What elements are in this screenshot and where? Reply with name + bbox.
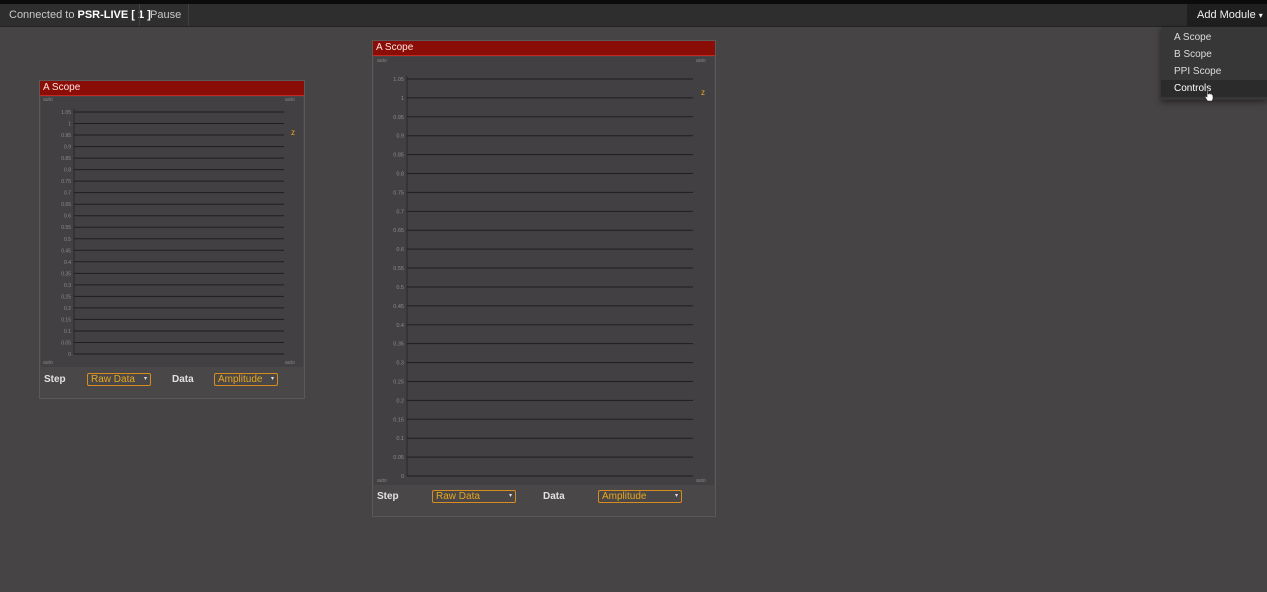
corner-label-top-right: auto [285,97,295,103]
y-tick-label: 0.7 [396,209,404,215]
y-tick-label: 0.4 [64,260,71,266]
step-select-value: Raw Data [436,491,480,502]
y-tick-label: 0.35 [393,342,404,348]
y-tick-label: 0.2 [64,306,71,312]
step-select[interactable]: Raw Data ▾ [432,490,516,503]
corner-label-top-left: auto [43,97,53,103]
y-tick-label: 0.5 [64,237,71,243]
data-select-value: Amplitude [602,491,647,502]
y-tick-label: 0.35 [61,271,71,277]
y-tick-label: 0.75 [393,190,404,196]
y-tick-label: 0.65 [393,228,404,234]
y-tick-label: 0.3 [396,361,404,367]
y-tick-label: 0.9 [64,145,71,151]
dropdown-arrow-icon: ▾ [143,376,147,382]
add-module-menu: A Scope B Scope PPI Scope Controls [1161,27,1267,100]
z-axis-label: z [701,88,705,97]
y-tick-label: 0 [68,352,71,358]
hand-cursor-icon [1204,88,1214,102]
corner-label-bottom-right: auto [696,478,706,484]
menu-item-controls[interactable]: Controls [1161,80,1267,97]
a-scope-panel[interactable]: A Scope 1.05 1 0.95 0.9 0.85 0.8 0.75 0.7 0.65 0.… [39,80,305,399]
corner-label-bottom-right: auto [285,360,295,366]
y-tick-label: 0.15 [61,317,71,323]
y-tick-label: 0.4 [396,323,404,329]
data-label: Data [543,491,565,502]
data-select-value: Amplitude [218,374,263,385]
step-label: Step [44,374,66,385]
corner-label-bottom-left: auto [43,360,53,366]
a-scope-chart: 1.05 1 0.95 0.9 0.85 0.8 0.75 0.7 0.65 0.6 0.55 0.5… [41,97,303,367]
y-tick-label: 0.6 [64,214,71,220]
top-bar: Connected to PSR-LIVE [ 1 ] Pause Add Mo… [0,4,1267,27]
connection-status: Connected to PSR-LIVE [ 1 ] [9,9,151,21]
y-tick-label: 0 [401,474,404,480]
y-tick-label: 0.15 [393,417,404,423]
y-tick-label: 1.05 [61,110,71,116]
corner-label-top-right: auto [696,58,706,64]
a-scope-plot: 1.05 1 0.95 0.9 0.85 0.8 0.75 0.7 0.65 0.6 0.55 0.5… [393,76,693,480]
y-tick-label: 1 [401,96,404,102]
panel-title[interactable]: A Scope [40,81,304,96]
y-tick-label: 0.1 [396,436,404,442]
y-tick-label: 0.85 [393,153,404,159]
dropdown-arrow-icon: ▾ [674,493,678,499]
y-tick-label: 0.75 [61,179,71,185]
a-scope-chart: 1.05 1 0.95 0.9 0.85 0.8 0.75 0.7 0.65 0.6 0.55 0.5… [374,57,714,485]
connection-prefix: Connected to [9,9,75,21]
y-tick-label: 0.85 [61,156,71,162]
y-tick-label: 0.5 [396,285,404,291]
add-module-button[interactable]: Add Module ▾ [1187,4,1267,26]
topbar-divider [139,4,140,26]
panel-title[interactable]: A Scope [373,41,715,56]
y-tick-label: 0.8 [396,172,404,178]
y-tick-label: 0.9 [396,134,404,140]
a-scope-plot: 1.05 1 0.95 0.9 0.85 0.8 0.75 0.7 0.65 0.6 0.55 0.5… [61,109,284,358]
y-tick-label: 0.2 [396,398,404,404]
data-select[interactable]: Amplitude ▾ [214,373,278,386]
step-select-value: Raw Data [91,374,135,385]
y-tick-label: 0.8 [64,168,71,174]
dropdown-arrow-icon: ▾ [270,376,274,382]
y-tick-label: 1 [68,122,71,128]
menu-item-b-scope[interactable]: B Scope [1161,46,1267,63]
y-tick-label: 0.95 [61,133,71,139]
y-tick-label: 0.3 [64,283,71,289]
y-tick-label: 0.55 [393,266,404,272]
y-tick-label: 0.55 [61,225,71,231]
caret-down-icon: ▾ [1258,11,1263,20]
z-axis-label: z [291,128,295,137]
dropdown-arrow-icon: ▾ [508,493,512,499]
y-tick-label: 0.95 [393,115,404,121]
y-tick-label: 0.65 [61,202,71,208]
y-tick-label: 0.45 [393,304,404,310]
step-label: Step [377,491,399,502]
data-label: Data [172,374,194,385]
pause-button[interactable]: Pause [150,9,181,21]
y-tick-label: 1.05 [393,77,404,83]
a-scope-panel[interactable]: A Scope 1.05 1 0.95 0.9 0.85 0.8 0.75 0.7 0.65 0.… [372,40,716,517]
y-tick-label: 0.05 [393,455,404,461]
y-tick-label: 0.25 [61,294,71,300]
y-tick-label: 0.6 [396,247,404,253]
corner-label-top-left: auto [377,58,387,64]
data-select[interactable]: Amplitude ▾ [598,490,682,503]
corner-label-bottom-left: auto [377,478,387,484]
add-module-label: Add Module [1197,9,1256,21]
y-tick-label: 0.45 [61,248,71,254]
menu-item-a-scope[interactable]: A Scope [1161,29,1267,46]
y-tick-label: 0.1 [64,329,71,335]
y-tick-label: 0.05 [61,340,71,346]
step-select[interactable]: Raw Data ▾ [87,373,151,386]
menu-item-ppi-scope[interactable]: PPI Scope [1161,63,1267,80]
topbar-divider [188,4,189,26]
y-tick-label: 0.25 [393,379,404,385]
y-tick-label: 0.7 [64,191,71,197]
